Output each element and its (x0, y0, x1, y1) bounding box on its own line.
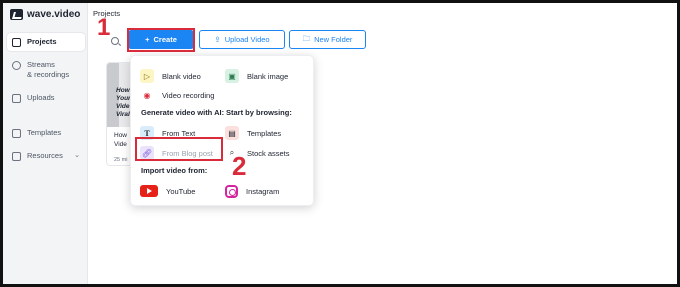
menu-item-label: Instagram (246, 186, 280, 196)
sidebar-nav: Projects Streams & recordings Uploads Te… (7, 33, 85, 170)
ai-section-header: Generate video with AI: (141, 108, 225, 117)
folder-icon (12, 38, 21, 47)
record-icon: ◉ (143, 90, 151, 100)
wave-logo-icon (10, 9, 23, 20)
menu-item-instagram[interactable]: Instagram (225, 184, 279, 198)
menu-item-templates[interactable]: ▤ Templates (225, 126, 281, 140)
app-logo[interactable]: wave.video (10, 9, 80, 20)
annotation-box-blog-post (135, 137, 223, 161)
thumbnail-text: How Your Vide Viral (116, 87, 131, 118)
sidebar: wave.video Projects Streams & recordings… (3, 3, 88, 284)
annotation-step-2: 2 (232, 151, 247, 181)
sidebar-item-streams[interactable]: Streams & recordings (7, 56, 85, 84)
project-meta: 25 mi (114, 157, 128, 163)
menu-item-youtube[interactable]: YouTube (140, 184, 195, 198)
sidebar-item-uploads[interactable]: Uploads (7, 89, 85, 107)
import-section-header: Import video from: (141, 166, 208, 175)
menu-item-video-recording[interactable]: ◉ Video recording (140, 88, 215, 102)
menu-item-label: Templates (247, 128, 282, 138)
annotation-step-1: 1 (97, 14, 111, 41)
sidebar-item-label: Resources (27, 151, 63, 160)
new-folder-button[interactable]: 🗀 New Folder (289, 30, 366, 49)
project-title: How Vide (114, 132, 128, 148)
upload-button-label: Upload Video (224, 35, 270, 44)
app-name: wave.video (27, 9, 81, 20)
upload-icon: ⇪ (214, 35, 221, 44)
browse-section-header: Start by browsing: (226, 108, 292, 117)
chevron-down-icon: ⌄ (74, 152, 80, 159)
sidebar-item-label: Templates (27, 128, 62, 137)
annotation-box-create (127, 28, 195, 52)
sidebar-item-projects[interactable]: Projects (7, 33, 85, 51)
youtube-icon (140, 185, 158, 197)
sidebar-item-label: Uploads (27, 93, 55, 102)
menu-item-label: Video recording (162, 90, 215, 100)
upload-video-button[interactable]: ⇪ Upload Video (199, 30, 285, 49)
sidebar-item-label: Streams & recordings (27, 60, 70, 79)
folder-plus-icon: 🗀 (302, 34, 311, 43)
templates-icon: ▤ (225, 126, 239, 140)
create-dropdown-menu: ▷ Blank video ▣ Blank image ◉ Video reco… (130, 55, 314, 206)
instagram-icon (225, 184, 238, 198)
menu-item-blank-video[interactable]: ▷ Blank video (140, 69, 201, 83)
menu-item-label: Stock assets (247, 148, 290, 158)
play-icon: ▷ (140, 69, 154, 83)
image-icon: ▣ (225, 69, 239, 83)
sidebar-item-resources[interactable]: Resources ⌄ (7, 147, 85, 165)
menu-item-label: Blank image (247, 71, 289, 81)
stream-icon (12, 61, 21, 70)
search-icon[interactable] (111, 37, 119, 45)
menu-item-blank-image[interactable]: ▣ Blank image (225, 69, 288, 83)
templates-icon (12, 129, 21, 138)
menu-item-label: Blank video (162, 71, 201, 81)
menu-item-label: YouTube (166, 186, 196, 196)
upload-icon (12, 94, 21, 103)
sidebar-item-templates[interactable]: Templates (7, 124, 85, 142)
resources-icon (12, 152, 21, 161)
sidebar-item-label: Projects (27, 37, 57, 46)
folder-button-label: New Folder (314, 35, 353, 44)
